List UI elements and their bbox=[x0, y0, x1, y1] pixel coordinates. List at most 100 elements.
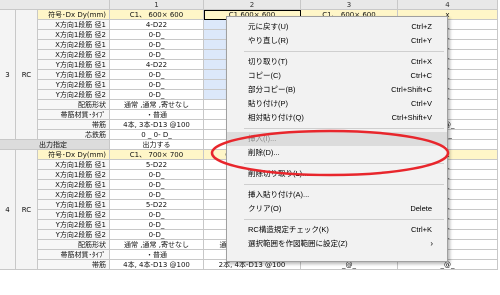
menu-item-label: 元に戻す(U) bbox=[248, 22, 289, 31]
menu-item[interactable]: やり直し(R) Ctrl+Y bbox=[227, 34, 447, 48]
clear-icon bbox=[232, 205, 240, 213]
row-label: 帯筋 bbox=[38, 120, 110, 130]
grid-cell[interactable]: 0-D_ bbox=[110, 220, 204, 230]
grid-cell[interactable]: 0-D_ bbox=[110, 230, 204, 240]
menu-item-shortcut: Ctrl+C bbox=[410, 71, 432, 80]
menu-item-label: 削除(D)... bbox=[248, 148, 280, 157]
menu-item-label: コピー(C) bbox=[248, 71, 281, 80]
row-label: Y方向1段筋 径2 bbox=[38, 70, 110, 80]
grid-cell[interactable]: C1、 600× 600 bbox=[110, 10, 204, 20]
column-header[interactable]: 1 bbox=[110, 0, 204, 10]
menu-item-label: 挿入貼り付け(A)... bbox=[248, 190, 310, 199]
menu-item-label: 相対貼り付け(Q) bbox=[248, 113, 304, 122]
delete-icon bbox=[232, 149, 240, 157]
row-label: X方向1段筋 径1 bbox=[38, 20, 110, 30]
grid-cell[interactable]: 4-D22 bbox=[110, 60, 204, 70]
menu-item-shortcut: Ctrl+Shift+C bbox=[391, 85, 432, 94]
floor-number: 3 bbox=[0, 10, 16, 140]
column-header[interactable]: 4 bbox=[398, 0, 498, 10]
menu-separator bbox=[244, 219, 444, 220]
grid-cell[interactable]: 0-D_ bbox=[110, 70, 204, 80]
menu-item[interactable]: 元に戻す(U) Ctrl+Z bbox=[227, 20, 447, 34]
menu-item[interactable]: 選択範囲を作図範囲に設定(Z) › bbox=[227, 237, 447, 251]
grid-cell[interactable]: 0-D_ bbox=[110, 170, 204, 180]
menu-item[interactable]: 削除切り取り(L)... bbox=[227, 167, 447, 181]
grid-cell[interactable]: 0-D_ bbox=[110, 190, 204, 200]
grid-cell[interactable]: 4-D22 bbox=[110, 20, 204, 30]
menu-item-shortcut: Ctrl+Y bbox=[410, 36, 432, 45]
submenu-arrow-icon: › bbox=[430, 239, 433, 248]
row-label: 符号･Dx Dy(mm) bbox=[38, 10, 110, 20]
row-label: 配筋形状 bbox=[38, 240, 110, 250]
menu-item-label: 部分コピー(B) bbox=[248, 85, 296, 94]
row-label: 配筋形状 bbox=[38, 100, 110, 110]
row-label: X方向2段筋 径2 bbox=[38, 190, 110, 200]
menu-item-shortcut: Ctrl+K bbox=[410, 225, 432, 234]
grid-cell[interactable]: 通常 ,通常 ,寄せなし bbox=[110, 240, 204, 250]
menu-item[interactable]: クリア(O) Delete bbox=[227, 202, 447, 216]
row-label: X方向1段筋 径2 bbox=[38, 30, 110, 40]
row-label: Y方向2段筋 径2 bbox=[38, 90, 110, 100]
menu-item[interactable]: 貼り付け(P) Ctrl+V bbox=[227, 97, 447, 111]
redo-icon bbox=[232, 37, 240, 45]
grid-cell[interactable]: 4本, 4本-D13 @100 bbox=[110, 260, 204, 270]
grid-cell[interactable]: 0-D_ bbox=[110, 90, 204, 100]
menu-item-label: 削除切り取り(L)... bbox=[248, 169, 309, 178]
row-label: 符号･Dx Dy(mm) bbox=[38, 150, 110, 160]
row-label: Y方向1段筋 径1 bbox=[38, 200, 110, 210]
row-label: X方向2段筋 径1 bbox=[38, 40, 110, 50]
menu-item[interactable]: 挿入貼り付け(A)... bbox=[227, 188, 447, 202]
menu-item-label: RC構造規定チェック(K) bbox=[248, 225, 329, 234]
row-label: X方向2段筋 径1 bbox=[38, 180, 110, 190]
grid-cell[interactable]: 0-D_ bbox=[110, 80, 204, 90]
structure-type: RC bbox=[16, 10, 38, 140]
menu-item[interactable]: 相対貼り付け(Q) Ctrl+Shift+V bbox=[227, 111, 447, 125]
row-label: Y方向2段筋 径2 bbox=[38, 230, 110, 240]
corner-header bbox=[0, 0, 110, 10]
menu-item-label: 挿入(I)... bbox=[248, 134, 277, 143]
column-header[interactable]: 2 bbox=[204, 0, 301, 10]
relative-paste-icon bbox=[232, 114, 240, 122]
grid-cell[interactable]: 0-D_ bbox=[110, 40, 204, 50]
rc-check-icon bbox=[232, 226, 240, 234]
column-header[interactable]: 3 bbox=[301, 0, 398, 10]
grid-cell[interactable]: 0-D_ bbox=[110, 50, 204, 60]
floor-number: 4 bbox=[0, 150, 16, 270]
menu-item[interactable]: RC構造規定チェック(K) Ctrl+K bbox=[227, 223, 447, 237]
row-label: 芯鉄筋 bbox=[38, 130, 110, 140]
menu-item[interactable]: 挿入(I)... bbox=[227, 132, 447, 146]
row-label: X方向1段筋 径1 bbox=[38, 160, 110, 170]
grid-cell[interactable]: 0-D_ bbox=[110, 210, 204, 220]
grid-cell[interactable]: C1、 700× 700 bbox=[110, 150, 204, 160]
output-cell[interactable]: 出力する bbox=[110, 140, 204, 150]
grid-cell[interactable]: ・普通 bbox=[110, 250, 204, 260]
grid-cell[interactable]: 0 _ 0- D_ bbox=[110, 130, 204, 140]
menu-item[interactable]: 切り取り(T) Ctrl+X bbox=[227, 55, 447, 69]
grid-cell[interactable]: 0-D_ bbox=[110, 30, 204, 40]
set-range-icon bbox=[232, 240, 240, 248]
menu-item[interactable]: 削除(D)... bbox=[227, 146, 447, 160]
menu-item-label: 貼り付け(P) bbox=[248, 99, 288, 108]
grid-cell[interactable]: 通常 ,通常 ,寄せなし bbox=[110, 100, 204, 110]
menu-separator bbox=[244, 163, 444, 164]
menu-separator bbox=[244, 51, 444, 52]
insert-paste-icon bbox=[232, 191, 240, 199]
menu-item-shortcut: Ctrl+V bbox=[410, 99, 432, 108]
menu-item[interactable]: 部分コピー(B) Ctrl+Shift+C bbox=[227, 83, 447, 97]
context-menu[interactable]: 元に戻す(U) Ctrl+Z やり直し(R) Ctrl+Y 切り取り(T) Ctrl+X コ… bbox=[226, 16, 448, 262]
menu-item-label: クリア(O) bbox=[248, 204, 282, 213]
grid-cell[interactable]: 5-D22 bbox=[110, 160, 204, 170]
grid-cell[interactable]: 0-D_ bbox=[110, 180, 204, 190]
menu-separator bbox=[244, 184, 444, 185]
menu-item-shortcut: Ctrl+X bbox=[410, 57, 432, 66]
grid-cell[interactable]: 5-D22 bbox=[110, 200, 204, 210]
grid-cell[interactable]: ・普通 bbox=[110, 110, 204, 120]
menu-item-shortcut: Ctrl+Shift+V bbox=[391, 113, 432, 122]
grid-cell[interactable]: 4本, 3本-D13 @100 bbox=[110, 120, 204, 130]
row-label: 帯筋材質･ﾀｲﾌﾟ bbox=[38, 110, 110, 120]
menu-item[interactable]: コピー(C) Ctrl+C bbox=[227, 69, 447, 83]
row-label: Y方向1段筋 径1 bbox=[38, 60, 110, 70]
copy-icon bbox=[232, 72, 240, 80]
menu-item-label: 切り取り(T) bbox=[248, 57, 288, 66]
row-label: X方向1段筋 径2 bbox=[38, 170, 110, 180]
